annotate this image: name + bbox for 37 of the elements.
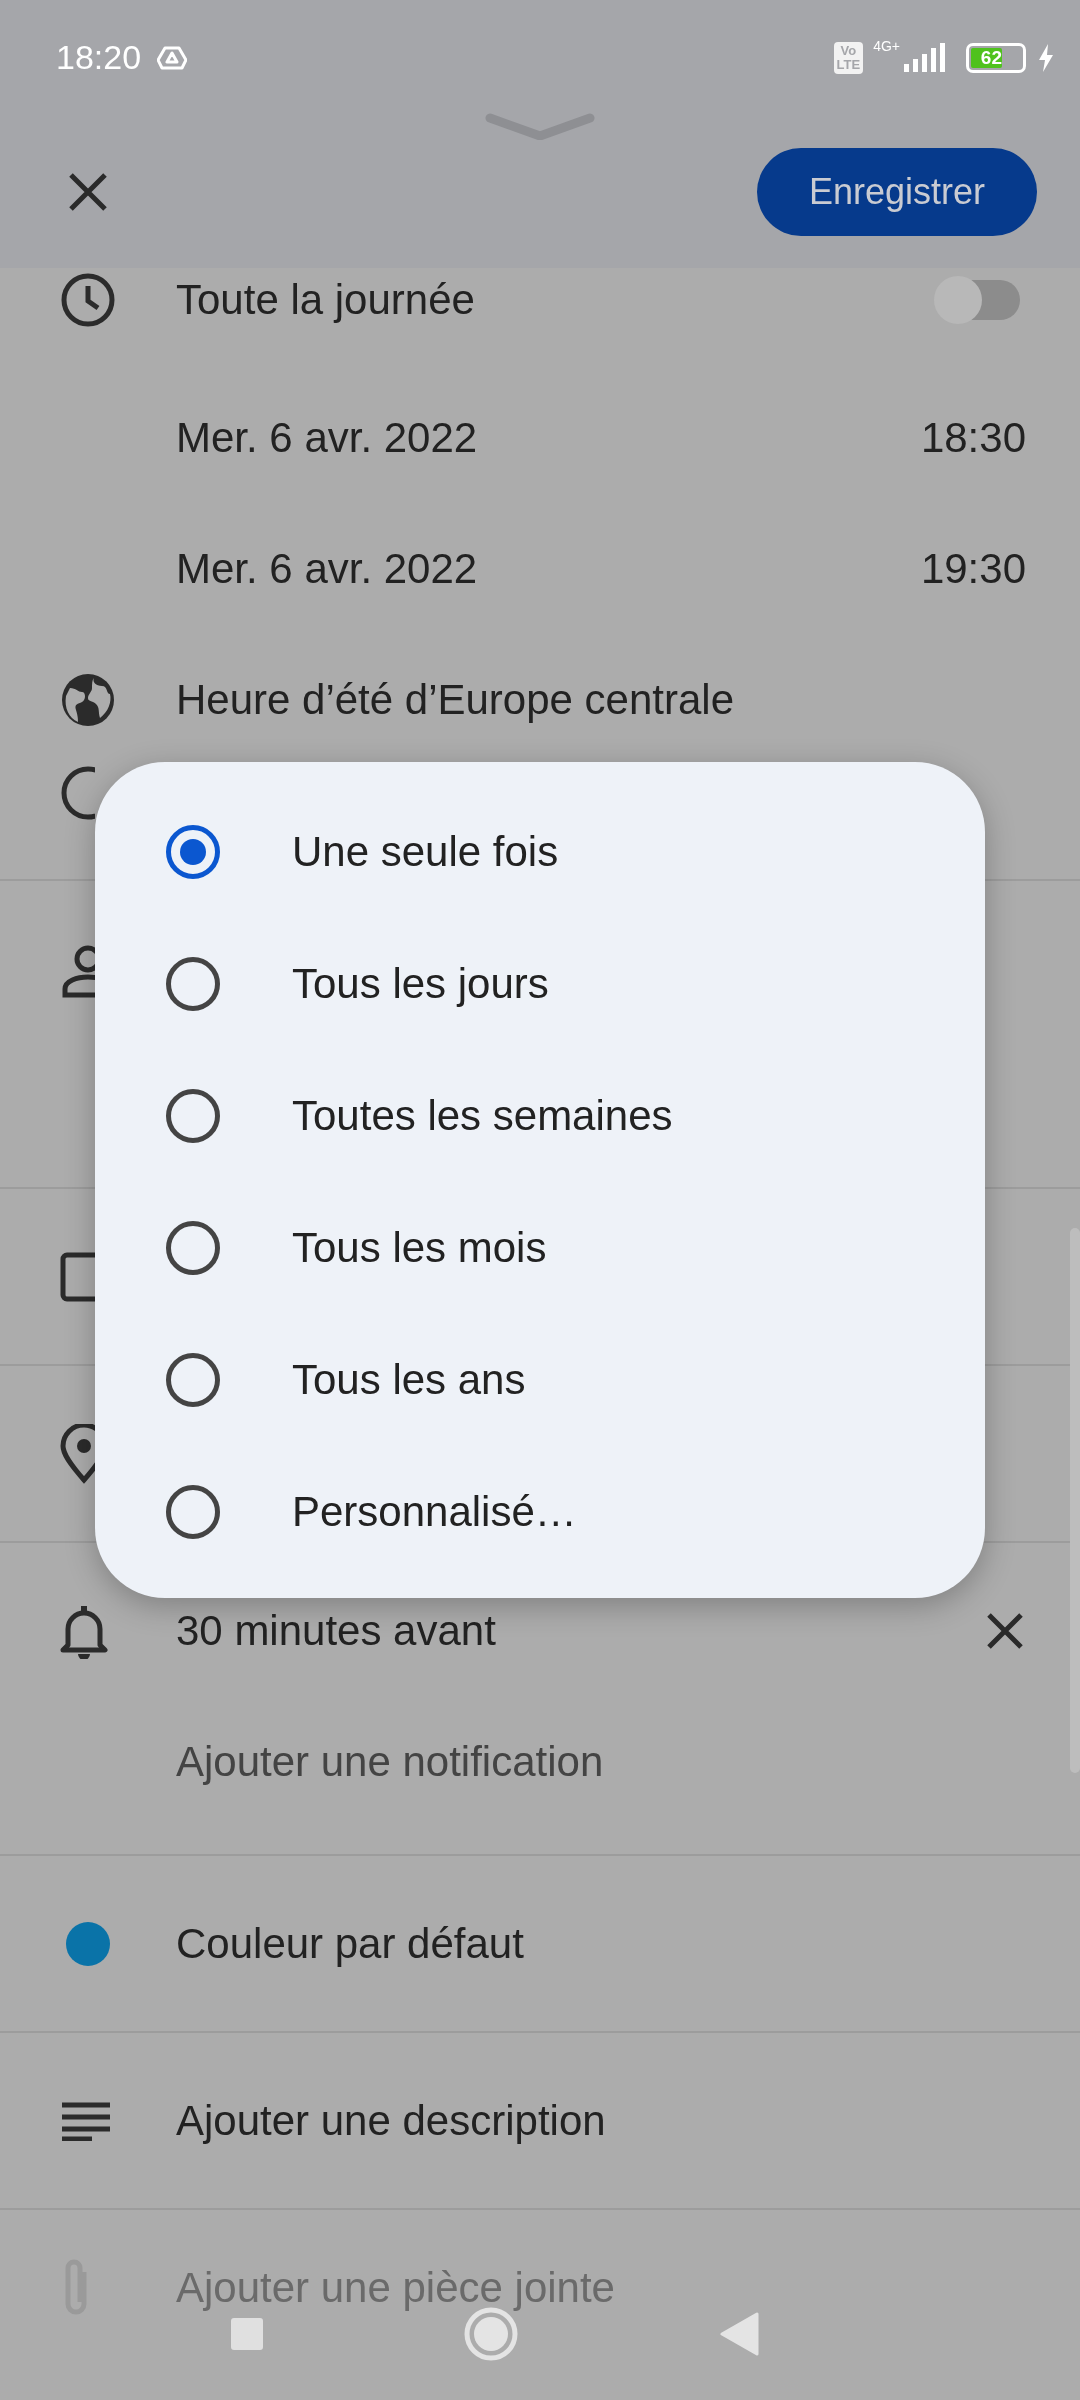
description-label[interactable]: Ajouter une description xyxy=(176,2096,606,2145)
time-value[interactable]: 19:30 xyxy=(920,544,1026,593)
radio-button[interactable] xyxy=(166,957,220,1011)
person-icon xyxy=(60,943,95,999)
location-pin-icon xyxy=(60,1423,95,1484)
date-value[interactable]: Mer. 6 avr. 2022 xyxy=(176,413,478,462)
radio-button[interactable] xyxy=(166,825,220,879)
status-time: 18:20 xyxy=(56,38,142,77)
radio-button[interactable] xyxy=(166,1089,220,1143)
charging-icon xyxy=(1036,42,1056,73)
repeat-option[interactable]: Tous les jours xyxy=(95,918,985,1050)
drive-icon xyxy=(157,44,188,71)
repeat-option[interactable]: Personnalisé… xyxy=(95,1446,985,1578)
color-label[interactable]: Couleur par défaut xyxy=(176,1919,524,1968)
clock-icon xyxy=(60,272,116,328)
radio-button[interactable] xyxy=(166,1485,220,1539)
add-notification-link[interactable]: Ajouter une notification xyxy=(176,1737,604,1786)
radio-button[interactable] xyxy=(166,1353,220,1407)
network-label: 4G+ xyxy=(873,38,900,54)
repeat-option[interactable]: Toutes les semaines xyxy=(95,1050,985,1182)
repeat-option[interactable]: Tous les ans xyxy=(95,1314,985,1446)
timezone-label[interactable]: Heure d’été d’Europe centrale xyxy=(176,675,735,724)
save-button[interactable]: Enregistrer xyxy=(757,147,1037,236)
remove-icon[interactable] xyxy=(986,1611,1024,1650)
notification-label[interactable]: 30 minutes avant xyxy=(176,1606,496,1655)
globe-icon xyxy=(60,671,116,728)
volte-icon: Vo LTE xyxy=(833,41,864,74)
color-dot xyxy=(66,1921,110,1966)
description-icon xyxy=(60,2100,112,2141)
repeat-option[interactable]: Une seule fois xyxy=(95,786,985,918)
date-value[interactable]: Mer. 6 avr. 2022 xyxy=(176,544,478,593)
radio-button[interactable] xyxy=(166,1221,220,1275)
close-icon[interactable] xyxy=(68,171,108,212)
time-value[interactable]: 18:30 xyxy=(920,413,1026,462)
battery-icon: 62 xyxy=(966,42,1026,73)
all-day-label: Toute la journée xyxy=(176,276,475,324)
repeat-option[interactable]: Tous les mois xyxy=(95,1182,985,1314)
